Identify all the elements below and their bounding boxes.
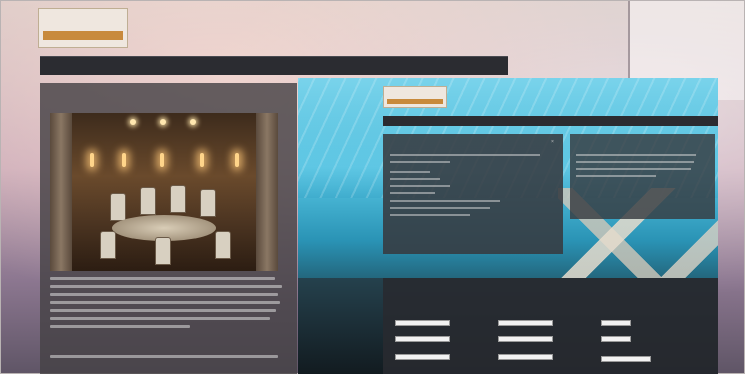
dining-chair <box>170 185 186 213</box>
form-input[interactable] <box>601 320 631 326</box>
form-input[interactable] <box>395 320 450 326</box>
overlay-screenshot: × <box>298 78 718 374</box>
ceiling-light <box>190 119 196 125</box>
text-line <box>390 185 450 187</box>
overlay-reservations-panel <box>570 134 715 219</box>
left-content-panel <box>40 83 297 374</box>
curtain-right <box>256 113 278 271</box>
wall-sconce <box>235 153 239 167</box>
form-input[interactable] <box>395 336 450 342</box>
text-line <box>50 317 270 320</box>
dining-chair <box>200 189 216 217</box>
overlay-logo-accent <box>387 99 443 104</box>
dining-chair <box>155 237 171 265</box>
dining-room-photo <box>50 113 278 271</box>
logo-accent-bar <box>43 31 123 40</box>
text-line <box>390 192 435 194</box>
ceiling-light <box>160 119 166 125</box>
dining-chair <box>110 193 126 221</box>
panel-body-text-2 <box>50 355 285 363</box>
main-nav <box>40 56 508 75</box>
wall-sconce <box>122 153 126 167</box>
form-select[interactable] <box>498 354 553 360</box>
text-line <box>50 325 190 328</box>
text-line <box>576 161 694 163</box>
text-line <box>390 154 540 156</box>
text-line <box>50 301 280 304</box>
ceiling-light <box>130 119 136 125</box>
text-line <box>390 161 450 163</box>
dining-chair <box>215 231 231 259</box>
form-select[interactable] <box>498 336 553 342</box>
site-logo[interactable] <box>38 8 128 48</box>
form-input[interactable] <box>601 356 651 362</box>
text-line <box>50 293 278 296</box>
text-line <box>390 207 490 209</box>
text-line <box>576 168 691 170</box>
wall-sconce <box>160 153 164 167</box>
close-icon[interactable]: × <box>551 139 554 145</box>
text-line <box>50 355 278 358</box>
overlay-reservation-form <box>383 278 718 374</box>
panel-body-text <box>50 277 285 333</box>
form-input[interactable] <box>601 336 631 342</box>
dining-chair <box>140 187 156 215</box>
form-select[interactable] <box>498 320 553 326</box>
overlay-contact-text <box>390 154 550 221</box>
wall-sconce <box>90 153 94 167</box>
text-line <box>576 154 696 156</box>
text-line <box>50 285 282 288</box>
text-line <box>390 200 500 202</box>
text-line <box>50 277 275 280</box>
text-line <box>576 175 656 177</box>
text-line <box>390 214 470 216</box>
overlay-contact-panel: × <box>383 134 563 254</box>
dining-chair <box>100 231 116 259</box>
overlay-logo[interactable] <box>383 86 447 108</box>
curtain-left <box>50 113 72 271</box>
text-line <box>390 178 440 180</box>
wall-sconce <box>200 153 204 167</box>
text-line <box>390 171 430 173</box>
form-input[interactable] <box>395 354 450 360</box>
overlay-reservations-text <box>576 154 701 182</box>
overlay-nav <box>383 116 718 126</box>
text-line <box>50 309 276 312</box>
